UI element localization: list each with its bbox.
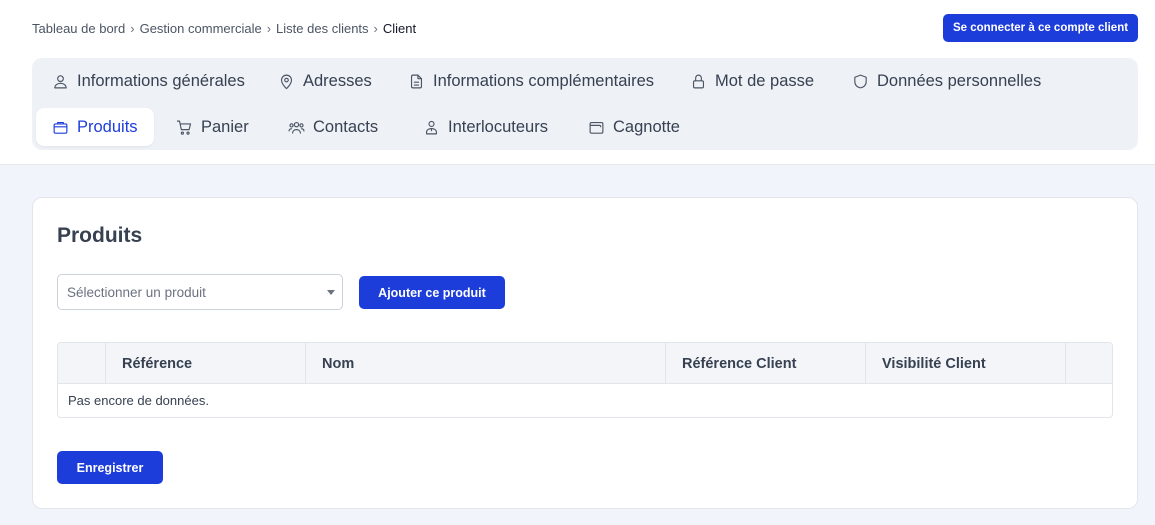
- connect-as-client-button[interactable]: Se connecter à ce compte client: [943, 14, 1138, 42]
- tab-addresses[interactable]: Adresses: [262, 62, 388, 100]
- tab-cart[interactable]: Panier: [160, 108, 265, 146]
- tab-label: Informations générales: [77, 71, 245, 90]
- tab-label: Interlocuteurs: [448, 117, 548, 136]
- map-pin-icon: [280, 74, 293, 89]
- breadcrumb-item-sales-management[interactable]: Gestion commerciale: [140, 21, 262, 36]
- user-icon: [54, 74, 67, 88]
- tabs-panel: Informations générales Adresses Informat…: [32, 58, 1138, 150]
- table-empty-message: Pas encore de données.: [68, 393, 209, 408]
- product-select-placeholder: Sélectionner un produit: [67, 284, 206, 300]
- tab-label: Contacts: [313, 117, 379, 136]
- cart-icon: [176, 120, 192, 135]
- tab-label: Données personnelles: [877, 71, 1042, 90]
- document-icon: [410, 74, 423, 88]
- column-header-name[interactable]: Nom: [306, 343, 666, 384]
- person-icon: [425, 120, 438, 134]
- column-header-reference[interactable]: Référence: [106, 343, 306, 384]
- tab-additional-info[interactable]: Informations complémentaires: [392, 62, 670, 100]
- card-title: Produits: [57, 224, 143, 247]
- tab-interlocutors[interactable]: Interlocuteurs: [407, 108, 564, 146]
- column-header-client-reference[interactable]: Référence Client: [666, 343, 866, 384]
- tab-label: Panier: [201, 117, 249, 136]
- column-header-client-visibility[interactable]: Visibilité Client: [866, 343, 1066, 384]
- top-bar: Tableau de bord › Gestion commerciale › …: [0, 0, 1155, 165]
- shield-icon: [854, 74, 867, 88]
- tab-password[interactable]: Mot de passe: [674, 62, 830, 100]
- tab-label: Produits: [77, 117, 138, 136]
- breadcrumb-item-dashboard[interactable]: Tableau de bord: [32, 21, 125, 36]
- wallet-icon: [589, 121, 604, 134]
- tab-kitty[interactable]: Cagnotte: [572, 108, 696, 146]
- column-header-select: [58, 343, 106, 384]
- products-card: Produits Sélectionner un produit Ajouter…: [32, 197, 1138, 509]
- table-header: Référence Nom Référence Client Visibilit…: [58, 343, 1112, 384]
- breadcrumb-current: Client: [382, 21, 417, 36]
- tab-label: Cagnotte: [613, 117, 680, 136]
- column-header-actions: [1066, 343, 1112, 384]
- tab-contacts[interactable]: Contacts: [272, 108, 394, 146]
- breadcrumb-separator: ›: [373, 21, 378, 36]
- add-product-button[interactable]: Ajouter ce produit: [359, 276, 505, 309]
- tab-personal-data[interactable]: Données personnelles: [836, 62, 1057, 100]
- caret-down-icon: [327, 290, 335, 295]
- lock-icon: [692, 74, 705, 88]
- breadcrumb-separator: ›: [130, 21, 135, 36]
- breadcrumb-item-client-list[interactable]: Liste des clients: [276, 21, 369, 36]
- tab-products[interactable]: Produits: [36, 108, 154, 146]
- products-table: Référence Nom Référence Client Visibilit…: [57, 342, 1113, 418]
- save-button[interactable]: Enregistrer: [57, 451, 163, 484]
- breadcrumb: Tableau de bord › Gestion commerciale › …: [32, 21, 416, 36]
- product-select[interactable]: Sélectionner un produit: [57, 274, 343, 310]
- users-icon: [288, 121, 305, 134]
- tab-label: Adresses: [303, 71, 372, 90]
- breadcrumb-separator: ›: [266, 21, 272, 36]
- tab-label: Informations complémentaires: [433, 71, 655, 90]
- tab-general-info[interactable]: Informations générales: [36, 62, 261, 100]
- box-icon: [53, 121, 68, 134]
- tab-label: Mot de passe: [715, 71, 815, 90]
